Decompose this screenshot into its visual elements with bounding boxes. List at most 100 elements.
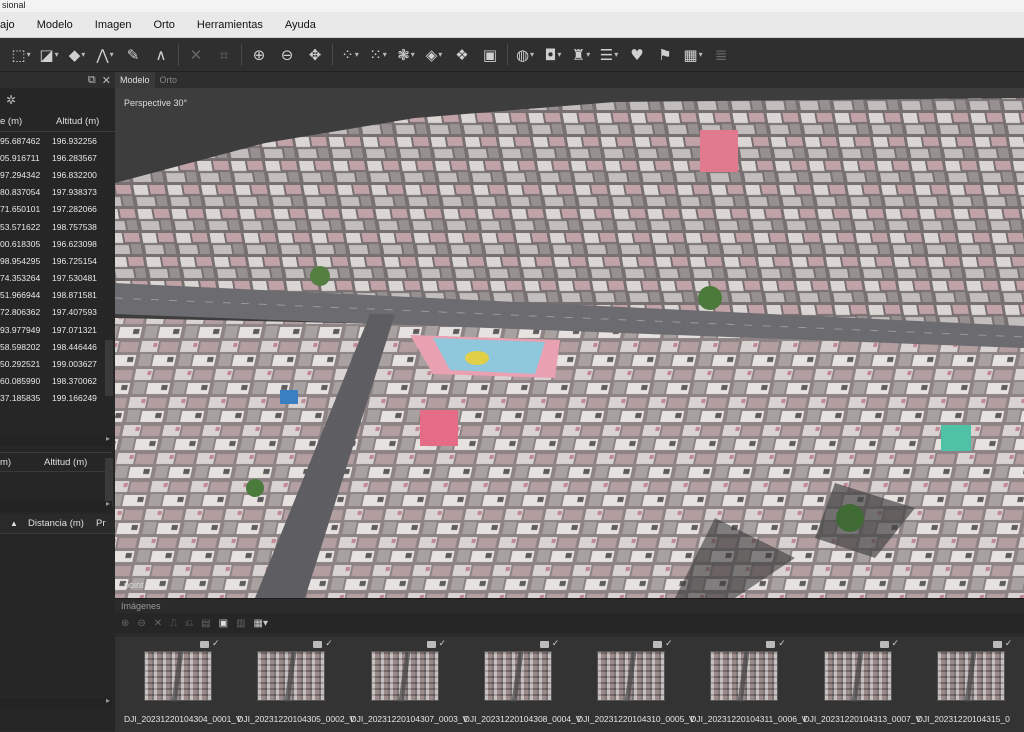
check-icon[interactable]: ✓ xyxy=(552,638,560,649)
angle-icon[interactable]: ∧ xyxy=(150,44,172,66)
table-row[interactable]: 71.650101 197.282066 xyxy=(0,201,115,218)
polygon-select-icon[interactable]: ◆ xyxy=(66,44,88,66)
check-icon[interactable]: ✓ xyxy=(665,638,673,649)
thumbnail-image[interactable] xyxy=(483,651,552,701)
gallery-icon[interactable]: ▥ xyxy=(236,618,245,629)
stack-icon[interactable]: ≣ xyxy=(710,44,732,66)
sort-icon[interactable]: ▲ xyxy=(0,519,28,528)
thumbnail-image[interactable] xyxy=(257,651,326,701)
image-thumbnail[interactable]: ✓ DJI_20231220104305_0002_V xyxy=(231,637,355,732)
points-view-icon[interactable]: ⁘ xyxy=(339,44,361,66)
image-view-icon[interactable]: ▦ xyxy=(682,44,704,66)
image-view-icon[interactable]: ▣ xyxy=(219,618,228,629)
check-icon[interactable]: ✓ xyxy=(778,638,786,649)
texture-icon[interactable]: ❖ xyxy=(451,44,473,66)
flag-icon[interactable]: ⚑ xyxy=(654,44,676,66)
column-header-distance[interactable]: Distancia (m) xyxy=(28,518,96,529)
dense-cloud-icon[interactable]: ❃ xyxy=(395,44,417,66)
zoom-in-icon[interactable]: ⊕ xyxy=(248,44,270,66)
column-header-easting[interactable]: e (m) xyxy=(0,116,52,127)
lasso-select-icon[interactable]: ◪ xyxy=(38,44,60,66)
image-thumbnail[interactable]: ✓ DJI_20231220104311_0006_V xyxy=(684,637,807,732)
image-thumbnail[interactable]: ✓ DJI_20231220104307_0003_V xyxy=(345,637,469,732)
menu-imagen[interactable]: Imagen xyxy=(95,19,132,31)
column-header-altitude-2[interactable]: Altitud (m) xyxy=(44,457,104,468)
image-thumbnail[interactable]: ✓ DJI_20231220104310_0005_V xyxy=(571,637,695,732)
table-hscroll[interactable] xyxy=(0,434,112,446)
scalebars-table-header: m) Altitud (m) xyxy=(0,452,112,472)
table-row[interactable]: 53.571622 198.757538 xyxy=(0,218,115,235)
close-icon[interactable]: ✕ xyxy=(102,74,111,87)
check-icon[interactable]: ✓ xyxy=(1005,638,1013,649)
mask-icon[interactable]: ⎍ xyxy=(170,618,177,629)
undock-icon[interactable]: ⧉ xyxy=(88,74,96,87)
table-row[interactable]: 50.292521 199.003627 xyxy=(0,355,115,372)
delete-icon[interactable]: ✕ xyxy=(185,44,207,66)
table-row[interactable]: 37.185835 199.166249 xyxy=(0,390,115,407)
table3-hscroll[interactable] xyxy=(0,696,112,708)
table-vscroll[interactable] xyxy=(105,340,113,396)
navigate-icon[interactable]: ✥ xyxy=(304,44,326,66)
table2-hscroll[interactable] xyxy=(0,499,112,511)
shapes-icon[interactable]: ♥ xyxy=(626,44,648,66)
delete-image-icon[interactable]: ✕ xyxy=(154,618,162,629)
menu-orto[interactable]: Orto xyxy=(153,19,174,31)
layers-icon[interactable]: ☰ xyxy=(598,44,620,66)
table-row[interactable]: 98.954295 196.725154 xyxy=(0,252,115,269)
model-viewport[interactable]: Perspective 30° point xyxy=(115,88,1024,598)
menu-archivo[interactable]: ajo xyxy=(0,19,15,31)
rectangle-select-icon[interactable]: ⬚ xyxy=(10,44,32,66)
dem-icon[interactable]: ▣ xyxy=(479,44,501,66)
thumbnail-image[interactable] xyxy=(710,651,779,701)
wand-icon[interactable]: ✲ xyxy=(6,93,16,107)
check-icon[interactable]: ✓ xyxy=(212,638,220,649)
table-row[interactable]: 72.806362 197.407593 xyxy=(0,304,115,321)
remove-image-icon[interactable]: ⊖ xyxy=(137,618,145,629)
column-header-altitude[interactable]: Altitud (m) xyxy=(52,116,104,127)
tab-modelo[interactable]: Modelo xyxy=(115,72,155,88)
camera-group-icon[interactable]: ▤ xyxy=(201,618,210,629)
add-image-icon[interactable]: ⊕ xyxy=(121,618,129,629)
menu-herramientas[interactable]: Herramientas xyxy=(197,19,263,31)
table-row[interactable]: 05.916711 196.283567 xyxy=(0,149,115,166)
ruler-icon[interactable]: ✎ xyxy=(122,44,144,66)
table-row[interactable]: 93.977949 197.071321 xyxy=(0,321,115,338)
grid-view-icon[interactable]: ▦▾ xyxy=(254,618,268,629)
table-row[interactable]: 74.353264 197.530481 xyxy=(0,270,115,287)
tab-orto[interactable]: Orto xyxy=(155,72,183,88)
image-thumbnail[interactable]: ✓ DJI_20231220104313_0007_V xyxy=(798,637,922,732)
zoom-out-icon[interactable]: ⊖ xyxy=(276,44,298,66)
thumbnail-image[interactable] xyxy=(597,651,665,701)
table-row[interactable]: 80.837054 197.938373 xyxy=(0,184,115,201)
thumbnail-image[interactable] xyxy=(936,651,1005,701)
menu-ayuda[interactable]: Ayuda xyxy=(285,19,316,31)
marker-icon[interactable]: ♜ xyxy=(570,44,592,66)
table-row[interactable]: 97.294342 196.832200 xyxy=(0,166,115,183)
check-icon[interactable]: ✓ xyxy=(892,638,900,649)
check-icon[interactable]: ✓ xyxy=(325,638,333,649)
camera-icon[interactable]: ◘ xyxy=(542,44,564,66)
filter-icon[interactable]: ⎌ xyxy=(185,618,193,629)
grid-points-icon[interactable]: ⁙ xyxy=(367,44,389,66)
menu-modelo[interactable]: Modelo xyxy=(37,19,73,31)
crop-icon[interactable]: ⌗ xyxy=(213,44,235,66)
column-header-pr[interactable]: Pr xyxy=(96,518,114,529)
check-icon[interactable]: ✓ xyxy=(439,638,447,649)
point-cloud-render[interactable] xyxy=(115,88,1024,598)
table-row[interactable]: 00.618305 196.623098 xyxy=(0,235,115,252)
table-row[interactable]: 58.598202 198.446446 xyxy=(0,338,115,355)
table-row[interactable]: 51.966944 198.871581 xyxy=(0,287,115,304)
table-row[interactable]: 95.687462 196.932256 xyxy=(0,132,115,149)
image-thumbnail[interactable]: ✓ DJI_20231220104308_0004_V xyxy=(458,637,582,732)
thumbnail-image[interactable] xyxy=(370,651,439,701)
globe-icon[interactable]: ◍ xyxy=(514,44,536,66)
thumbnail-image[interactable] xyxy=(823,651,892,701)
polyline-icon[interactable]: ⋀ xyxy=(94,44,116,66)
left-panel: ⧉ ✕ ✲ e (m) Altitud (m) 95.687462 196.932… xyxy=(0,72,115,731)
image-thumbnail[interactable]: ✓ DJI_20231220104304_0001_V xyxy=(118,637,242,732)
mesh-icon[interactable]: ◈ xyxy=(423,44,445,66)
table-row[interactable]: 60.085990 198.370062 xyxy=(0,373,115,390)
thumbnail-image[interactable] xyxy=(144,651,212,701)
image-thumbnail[interactable]: ✓ DJI_20231220104315_0 xyxy=(911,637,1024,732)
column-header-m[interactable]: m) xyxy=(0,457,44,468)
